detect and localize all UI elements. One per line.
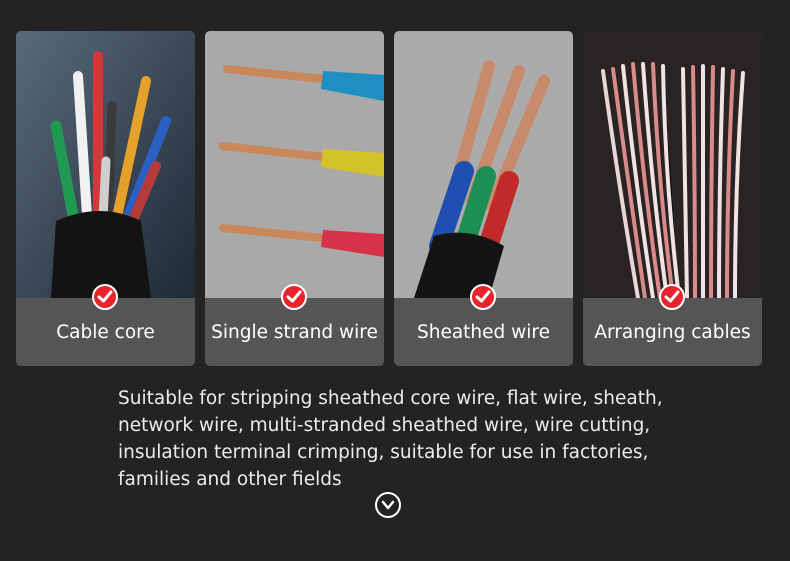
product-description: Suitable for stripping sheathed core wir… — [118, 385, 718, 493]
description-line: families and other fields — [118, 469, 342, 490]
product-card-single-strand-wire: Single strand wire — [205, 31, 384, 366]
product-card-sheathed-wire: Sheathed wire — [394, 31, 573, 366]
single-strand-wire-image — [205, 31, 384, 298]
description-line: network wire, multi-stranded sheathed wi… — [118, 415, 651, 436]
chevron-down-circle-icon[interactable] — [375, 492, 401, 518]
description-line: Suitable for stripping sheathed core wir… — [118, 388, 663, 409]
product-card-arranging-cables: Arranging cables — [583, 31, 762, 366]
sheathed-wire-image — [394, 31, 573, 298]
check-circle-icon — [92, 284, 118, 310]
product-card-cable-core: Cable core — [16, 31, 195, 366]
arranging-cables-image — [583, 31, 762, 298]
check-circle-icon — [470, 284, 496, 310]
cable-core-image — [16, 31, 195, 298]
description-line: insulation terminal crimping, suitable f… — [118, 442, 649, 463]
check-circle-icon — [281, 284, 307, 310]
check-circle-icon — [659, 284, 685, 310]
